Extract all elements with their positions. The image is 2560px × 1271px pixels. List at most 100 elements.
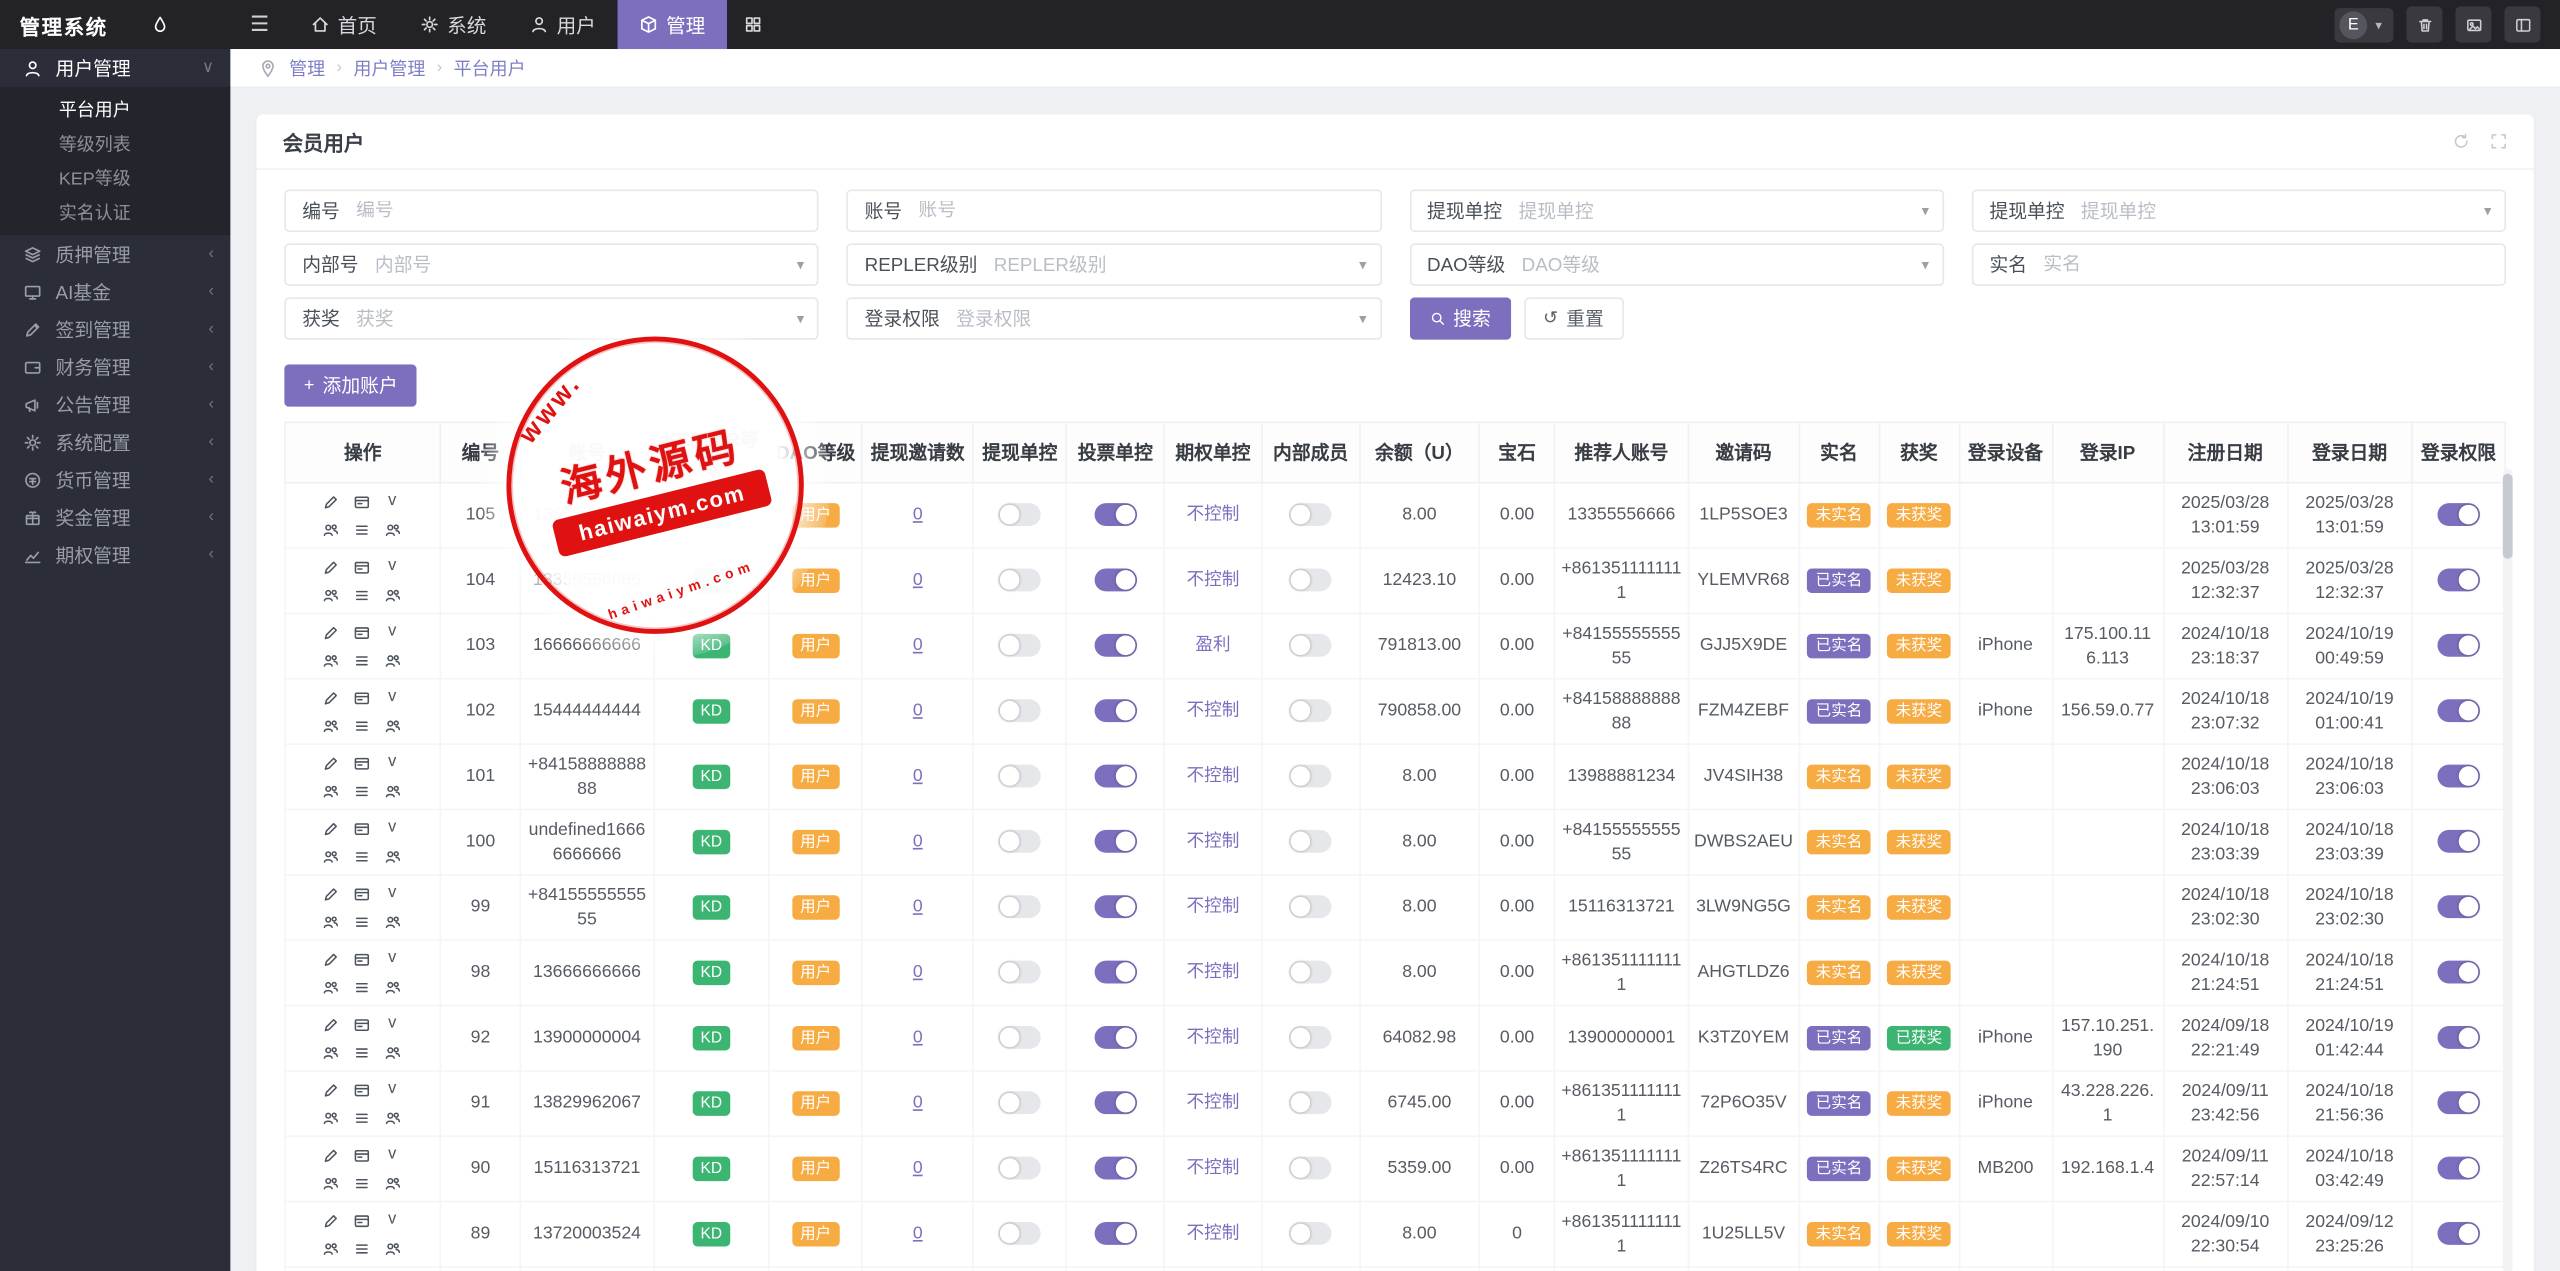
sidebar-item-level-list[interactable]: 等级列表 <box>0 126 230 160</box>
internal-member-toggle[interactable] <box>1289 569 1331 592</box>
brand[interactable]: 管理系统 <box>0 0 230 49</box>
login-permission-toggle[interactable] <box>2437 1027 2479 1050</box>
vote-control-toggle[interactable] <box>1094 831 1136 854</box>
filter-internal-number[interactable]: 内部号 内部号 ▾ <box>284 243 819 285</box>
withdraw-control-toggle[interactable] <box>999 634 1041 657</box>
login-permission-toggle[interactable] <box>2437 634 2479 657</box>
v-icon[interactable]: v <box>382 556 403 577</box>
card-icon[interactable] <box>351 1144 372 1165</box>
invite-count-link[interactable]: 0 <box>913 897 923 917</box>
team-icon[interactable] <box>319 584 340 605</box>
option-control-link[interactable]: 不控制 <box>1187 897 1240 917</box>
option-control-link[interactable]: 不控制 <box>1187 1093 1240 1113</box>
withdraw-control-toggle[interactable] <box>999 569 1041 592</box>
card-icon[interactable] <box>351 1014 372 1035</box>
nav-home[interactable]: 首页 <box>289 0 398 49</box>
v-icon[interactable]: v <box>382 948 403 969</box>
invite-count-link[interactable]: 0 <box>913 767 923 787</box>
option-control-link[interactable]: 盈利 <box>1195 636 1230 656</box>
card-icon[interactable] <box>351 491 372 512</box>
vote-control-toggle[interactable] <box>1094 765 1136 788</box>
login-permission-toggle[interactable] <box>2437 961 2479 984</box>
team-icon[interactable] <box>319 715 340 736</box>
login-permission-toggle[interactable] <box>2437 1223 2479 1246</box>
withdraw-control-toggle[interactable] <box>999 1157 1041 1180</box>
layout-button[interactable] <box>2504 7 2540 43</box>
screenshot-button[interactable] <box>2455 7 2491 43</box>
card-icon[interactable] <box>351 556 372 577</box>
team-icon[interactable] <box>319 649 340 670</box>
edit-icon[interactable] <box>319 1144 340 1165</box>
team-icon[interactable] <box>382 1172 403 1193</box>
nav-user[interactable]: 用户 <box>508 0 617 49</box>
team-icon[interactable] <box>319 1107 340 1128</box>
team-icon[interactable] <box>319 911 340 932</box>
edit-icon[interactable] <box>319 622 340 643</box>
card-icon[interactable] <box>351 1079 372 1100</box>
v-icon[interactable]: v <box>382 687 403 708</box>
internal-member-toggle[interactable] <box>1289 1157 1331 1180</box>
login-permission-toggle[interactable] <box>2437 569 2479 592</box>
refresh-icon[interactable] <box>2452 132 2470 150</box>
vote-control-toggle[interactable] <box>1094 1223 1136 1246</box>
edit-icon[interactable] <box>319 752 340 773</box>
edit-icon[interactable] <box>319 556 340 577</box>
team-icon[interactable] <box>382 1107 403 1128</box>
option-control-link[interactable]: 不控制 <box>1187 1159 1240 1179</box>
team-icon[interactable] <box>319 780 340 801</box>
v-icon[interactable]: v <box>382 622 403 643</box>
list-icon[interactable] <box>351 519 372 540</box>
option-control-link[interactable]: 不控制 <box>1187 963 1240 983</box>
v-icon[interactable]: v <box>382 1079 403 1100</box>
team-icon[interactable] <box>319 845 340 866</box>
filter-award[interactable]: 获奖 获奖 ▾ <box>284 297 819 339</box>
invite-count-link[interactable]: 0 <box>913 1093 923 1113</box>
filter-login-permission[interactable]: 登录权限 登录权限 ▾ <box>847 297 1382 339</box>
team-icon[interactable] <box>382 584 403 605</box>
team-icon[interactable] <box>382 976 403 997</box>
list-icon[interactable] <box>351 1107 372 1128</box>
withdraw-control-toggle[interactable] <box>999 961 1041 984</box>
v-icon[interactable]: v <box>382 883 403 904</box>
login-permission-toggle[interactable] <box>2437 1157 2479 1180</box>
invite-count-link[interactable]: 0 <box>913 701 923 721</box>
invite-count-link[interactable]: 0 <box>913 505 923 525</box>
card-icon[interactable] <box>351 687 372 708</box>
team-icon[interactable] <box>382 1041 403 1062</box>
vote-control-toggle[interactable] <box>1094 896 1136 919</box>
edit-icon[interactable] <box>319 1210 340 1231</box>
number-input[interactable] <box>356 201 817 221</box>
list-icon[interactable] <box>351 649 372 670</box>
internal-member-toggle[interactable] <box>1289 896 1331 919</box>
vote-control-toggle[interactable] <box>1094 1027 1136 1050</box>
sidebar-item-checkin[interactable]: 签到管理 ‹ <box>0 310 230 348</box>
nav-manage[interactable]: 管理 <box>617 0 726 49</box>
withdraw-control-toggle[interactable] <box>999 1092 1041 1115</box>
sidebar-item-platform-users[interactable]: 平台用户 <box>0 91 230 125</box>
add-account-button[interactable]: + 添加账户 <box>284 364 417 406</box>
withdraw-control-toggle[interactable] <box>999 765 1041 788</box>
team-icon[interactable] <box>319 1238 340 1259</box>
vote-control-toggle[interactable] <box>1094 1092 1136 1115</box>
team-icon[interactable] <box>382 911 403 932</box>
sidebar-item-bonus[interactable]: 奖金管理 ‹ <box>0 498 230 536</box>
withdraw-control-toggle[interactable] <box>999 504 1041 527</box>
internal-member-toggle[interactable] <box>1289 1223 1331 1246</box>
withdraw-control-toggle[interactable] <box>999 831 1041 854</box>
edit-icon[interactable] <box>319 948 340 969</box>
vote-control-toggle[interactable] <box>1094 634 1136 657</box>
login-permission-toggle[interactable] <box>2437 1092 2479 1115</box>
invite-count-link[interactable]: 0 <box>913 1028 923 1048</box>
list-icon[interactable] <box>351 780 372 801</box>
card-icon[interactable] <box>351 818 372 839</box>
list-icon[interactable] <box>351 584 372 605</box>
sidebar-item-announcement[interactable]: 公告管理 ‹ <box>0 386 230 424</box>
card-icon[interactable] <box>351 948 372 969</box>
v-icon[interactable]: v <box>382 818 403 839</box>
breadcrumb-manage[interactable]: 管理 <box>289 55 325 81</box>
invite-count-link[interactable]: 0 <box>913 832 923 852</box>
team-icon[interactable] <box>319 519 340 540</box>
option-control-link[interactable]: 不控制 <box>1187 832 1240 852</box>
internal-member-toggle[interactable] <box>1289 700 1331 723</box>
vote-control-toggle[interactable] <box>1094 961 1136 984</box>
